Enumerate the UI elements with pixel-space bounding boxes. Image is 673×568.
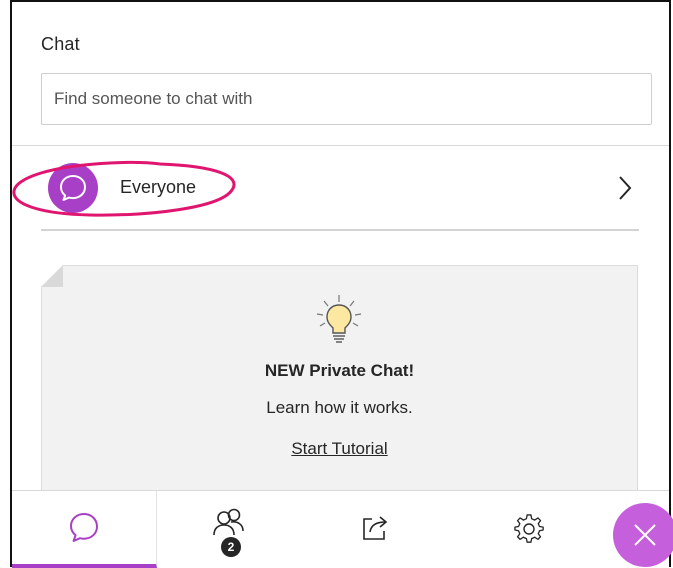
conversation-item-everyone[interactable]: Everyone [12, 150, 669, 228]
panel-title: Chat [41, 34, 80, 54]
tab-settings[interactable] [482, 491, 607, 568]
lightbulb-icon [316, 295, 362, 343]
gear-icon [514, 514, 544, 543]
window-border-left [10, 0, 12, 567]
row-divider [41, 229, 639, 231]
window-border-right [669, 0, 671, 567]
conversation-label: Everyone [120, 177, 197, 197]
tab-chat[interactable] [12, 491, 157, 568]
search-input[interactable] [41, 73, 652, 125]
window-border-top [10, 0, 671, 2]
chat-bubble-icon [70, 513, 98, 542]
share-icon [363, 516, 388, 540]
chat-bubble-icon [60, 175, 86, 201]
tutorial-heading: NEW Private Chat! [264, 361, 415, 380]
chevron-right-icon [619, 176, 632, 200]
tab-attendees[interactable] [157, 491, 282, 568]
bottom-nav [12, 490, 669, 568]
start-tutorial-link[interactable]: Start Tutorial [291, 439, 387, 458]
tutorial-subtext: Learn how it works. [266, 398, 413, 417]
avatar [48, 163, 98, 213]
attendee-count-badge: 2 [221, 537, 241, 557]
close-panel-button[interactable] [613, 503, 673, 567]
chat-panel: Chat Everyone NEW Private Chat [0, 0, 673, 568]
tutorial-link-container: Start Tutorial [41, 439, 638, 459]
close-icon [634, 524, 656, 546]
people-icon [213, 508, 244, 536]
tab-share-content[interactable] [322, 491, 447, 568]
section-divider [12, 145, 669, 146]
